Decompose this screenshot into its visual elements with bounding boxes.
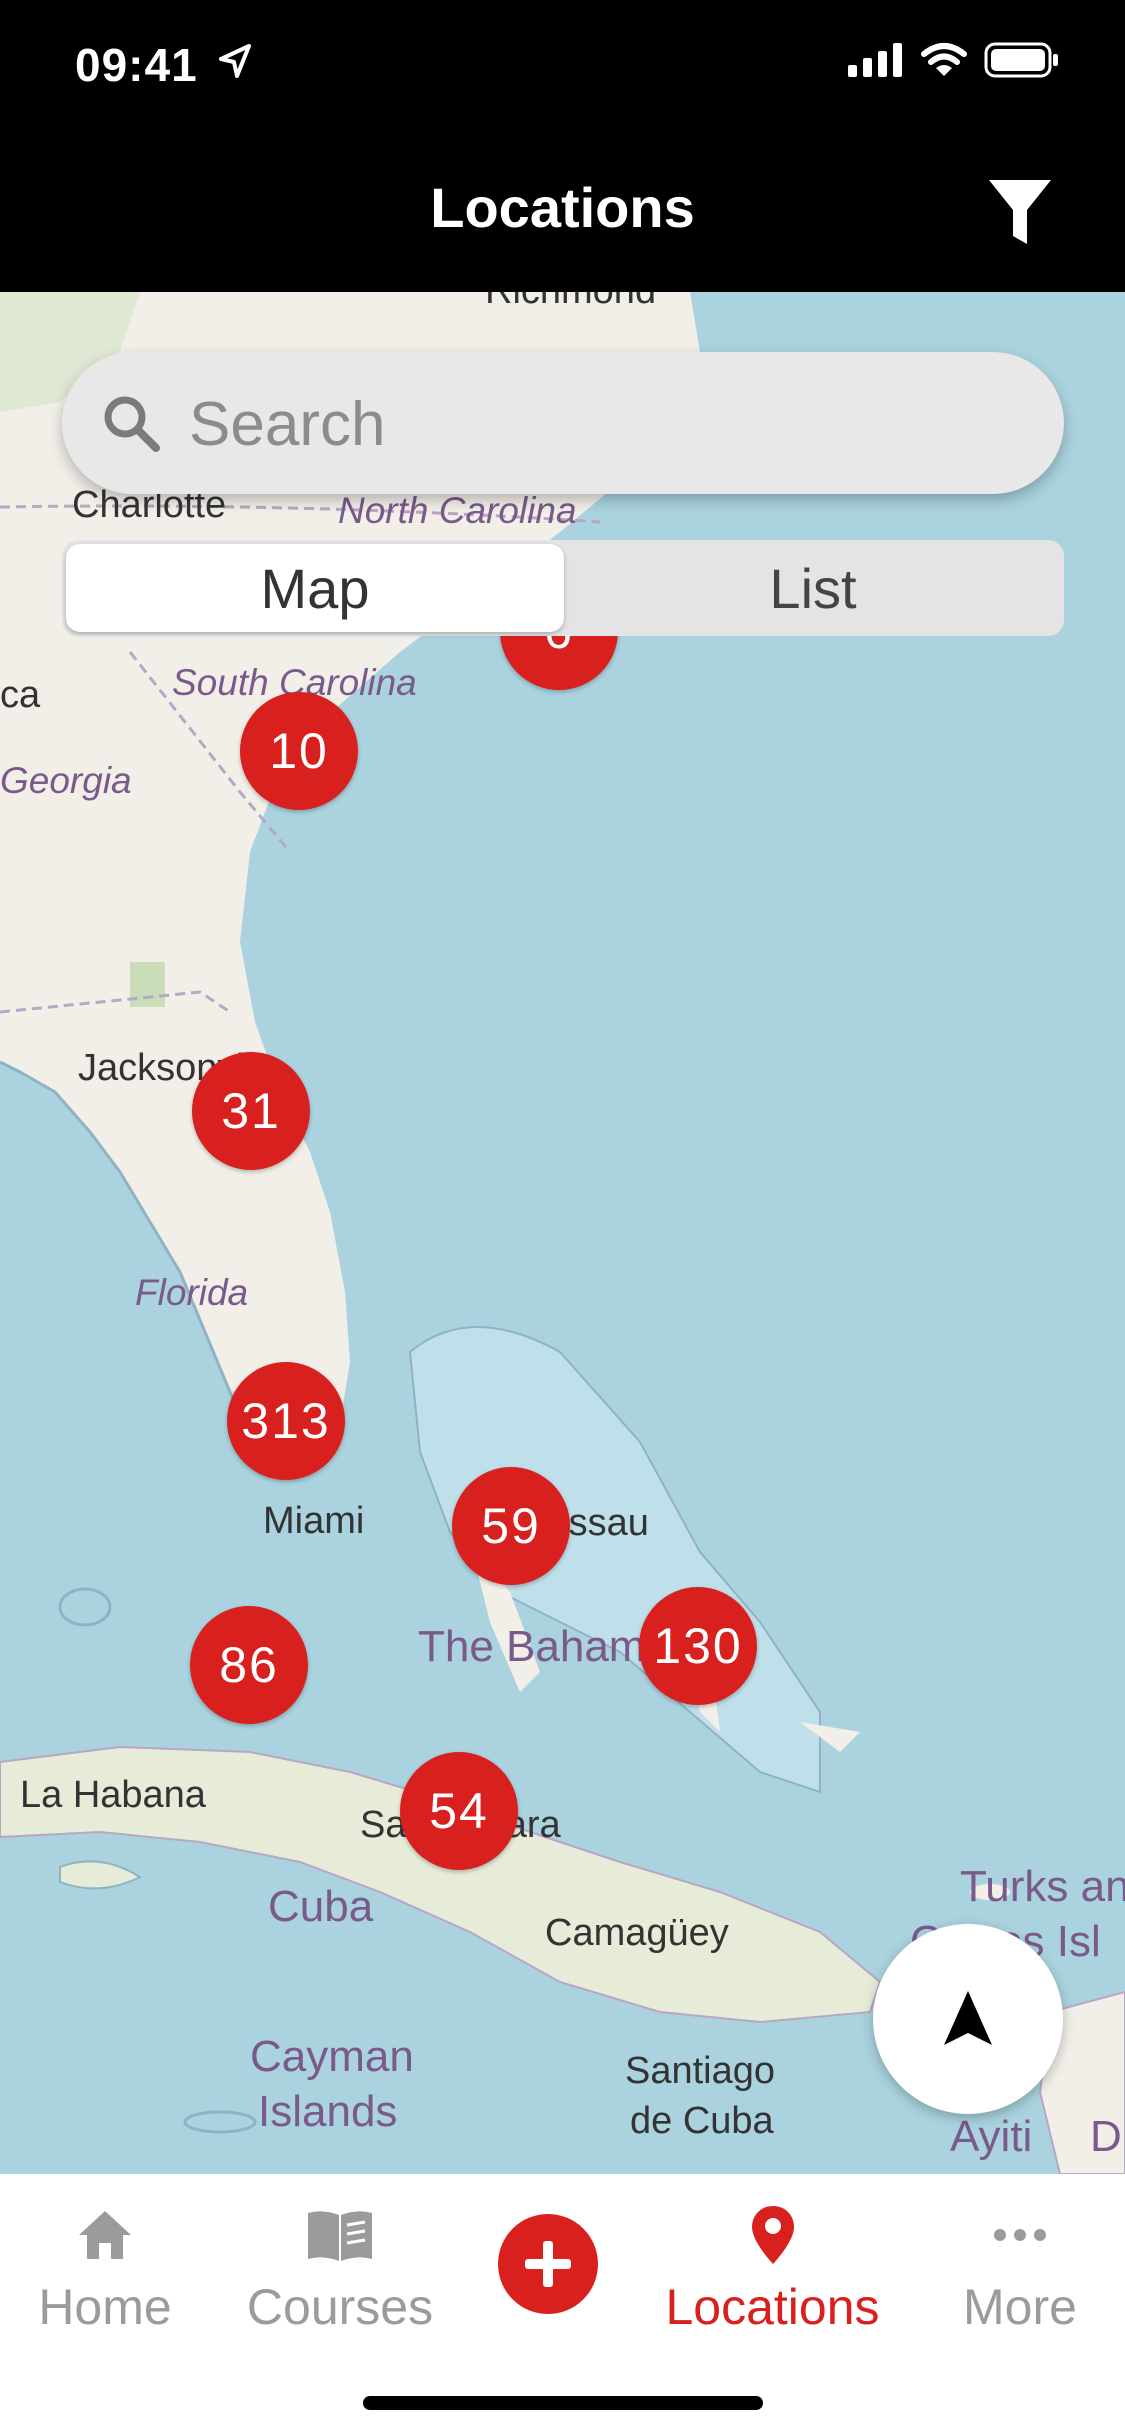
cluster-marker[interactable]: 313 xyxy=(227,1362,345,1480)
map-label-la-habana: La Habana xyxy=(20,1774,206,1816)
map-label-cayman: Cayman xyxy=(250,2032,414,2081)
map-label-ca: ca xyxy=(0,674,41,716)
map-label-d: D xyxy=(1090,2112,1122,2161)
map-label-camaguey: Camagüey xyxy=(545,1912,729,1954)
view-toggle: Map List xyxy=(62,540,1064,636)
locate-me-button[interactable] xyxy=(873,1924,1063,2114)
land-green-patch-2 xyxy=(130,962,165,1007)
battery-icon xyxy=(984,42,1058,78)
cluster-marker[interactable]: 10 xyxy=(240,692,358,810)
map-label-florida: Florida xyxy=(135,1272,249,1313)
cluster-marker[interactable]: 86 xyxy=(190,1606,308,1724)
tab-courses-label: Courses xyxy=(246,2279,434,2335)
navigation-arrow-icon xyxy=(944,1991,992,2045)
location-services-icon xyxy=(219,44,251,78)
search-bar[interactable] xyxy=(62,352,1064,496)
home-indicator xyxy=(363,2396,763,2410)
map-label-cuba: Cuba xyxy=(268,1882,374,1931)
filter-icon[interactable] xyxy=(985,172,1055,252)
home-icon xyxy=(79,2211,131,2259)
status-indicators xyxy=(848,42,1060,78)
map-label-richmond: Richmond xyxy=(485,292,656,313)
isla-juventud xyxy=(59,1860,143,1890)
tab-courses[interactable]: Courses xyxy=(230,2174,450,2354)
map-label-islands: Islands xyxy=(258,2087,398,2136)
search-icon xyxy=(104,396,160,452)
book-icon xyxy=(308,2211,372,2261)
navigation-bar: Locations xyxy=(0,130,1125,292)
map-label-north-carolina: North Carolina xyxy=(338,490,577,531)
tab-locations[interactable]: Locations xyxy=(645,2174,900,2354)
page-title: Locations xyxy=(430,176,695,239)
cluster-marker[interactable]: 59 xyxy=(452,1467,570,1585)
map-label-turks: Turks and xyxy=(960,1862,1125,1911)
status-time: 09:41 xyxy=(75,39,198,91)
cayman-outline xyxy=(183,2110,257,2134)
wifi-icon xyxy=(921,43,967,76)
tab-map[interactable]: Map xyxy=(66,544,564,632)
tab-home-label: Home xyxy=(38,2279,172,2335)
tab-list[interactable]: List xyxy=(564,544,1062,632)
tab-locations-label: Locations xyxy=(665,2279,880,2335)
status-bar: 09:41 xyxy=(0,0,1125,130)
cellular-signal-icon xyxy=(848,43,902,77)
cluster-marker[interactable]: 31 xyxy=(192,1052,310,1170)
plus-icon xyxy=(525,2241,571,2287)
map-label-miami: Miami xyxy=(263,1500,365,1542)
map-pin-icon xyxy=(751,2206,794,2264)
cluster-marker[interactable]: 54 xyxy=(400,1752,518,1870)
add-button[interactable] xyxy=(498,2214,598,2314)
cluster-marker[interactable]: 130 xyxy=(639,1587,757,1705)
tab-more[interactable]: More xyxy=(945,2174,1095,2354)
map-label-ayiti: Ayiti xyxy=(950,2112,1033,2161)
map-label-santiago: Santiago xyxy=(625,2050,776,2092)
keys-outline xyxy=(58,1587,112,1627)
map-label-georgia: Georgia xyxy=(0,760,132,801)
tab-home[interactable]: Home xyxy=(20,2174,190,2354)
map-label-de-cuba: de Cuba xyxy=(630,2100,774,2142)
tab-more-label: More xyxy=(963,2279,1077,2335)
more-dots-icon xyxy=(994,2229,1046,2241)
search-input[interactable] xyxy=(187,352,1011,496)
